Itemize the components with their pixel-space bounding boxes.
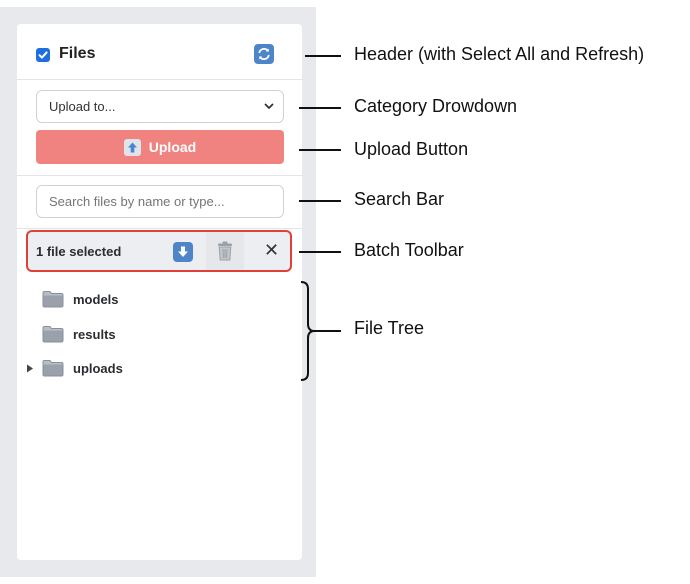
category-dropdown-value: Upload to... <box>49 99 116 114</box>
trash-icon <box>218 241 232 261</box>
select-all-checkbox[interactable] <box>36 48 50 62</box>
panel-header: Files <box>17 24 302 80</box>
tree-item-label: results <box>73 327 116 342</box>
annotation-search-bar: Search Bar <box>354 189 445 209</box>
file-tree-bracket <box>300 281 314 381</box>
panel-title: Files <box>59 45 96 62</box>
batch-toolbar: 1 file selected ✕ <box>26 230 292 272</box>
search-input[interactable] <box>36 185 284 218</box>
annotation-file-tree: File Tree <box>354 318 425 338</box>
files-panel: Files Upload to... Upload 1 file selecte… <box>17 24 302 560</box>
download-arrow-icon <box>178 246 188 257</box>
divider <box>17 175 302 176</box>
chevron-down-icon <box>264 103 274 109</box>
connector-line-header <box>305 55 341 57</box>
tree-item-uploads[interactable]: uploads <box>17 357 302 379</box>
connector-line-filetree <box>312 330 341 332</box>
selection-count: 1 file selected <box>36 244 122 259</box>
folder-icon <box>42 291 64 308</box>
close-icon[interactable]: ✕ <box>264 240 279 260</box>
batch-download-button[interactable] <box>173 242 193 262</box>
tree-item-results[interactable]: results <box>17 323 302 345</box>
checkbox-checked-icon <box>38 51 48 59</box>
upload-arrow-icon <box>123 138 141 156</box>
divider <box>17 228 302 229</box>
category-dropdown[interactable]: Upload to... <box>36 90 284 123</box>
caret-right-icon[interactable] <box>26 364 34 373</box>
upload-button[interactable]: Upload <box>36 130 284 164</box>
tree-item-label: models <box>73 292 119 307</box>
annotation-upload-button: Upload Button <box>354 139 469 159</box>
tree-item-models[interactable]: models <box>17 288 302 310</box>
annotation-category-dropdown: Category Drowdown <box>354 96 518 116</box>
annotation-batch-toolbar: Batch Toolbar <box>354 240 464 260</box>
folder-icon <box>42 360 64 377</box>
connector-line-batch <box>299 251 341 253</box>
folder-icon <box>42 326 64 343</box>
upload-button-label: Upload <box>148 139 197 155</box>
batch-delete-button[interactable] <box>206 232 244 270</box>
connector-line-dropdown <box>299 107 341 109</box>
refresh-button[interactable] <box>254 44 274 64</box>
refresh-icon <box>258 48 270 60</box>
annotation-header: Header (with Select All and Refresh) <box>354 44 645 64</box>
connector-line-search <box>299 200 341 202</box>
tree-item-label: uploads <box>73 361 123 376</box>
connector-line-upload <box>299 149 341 151</box>
